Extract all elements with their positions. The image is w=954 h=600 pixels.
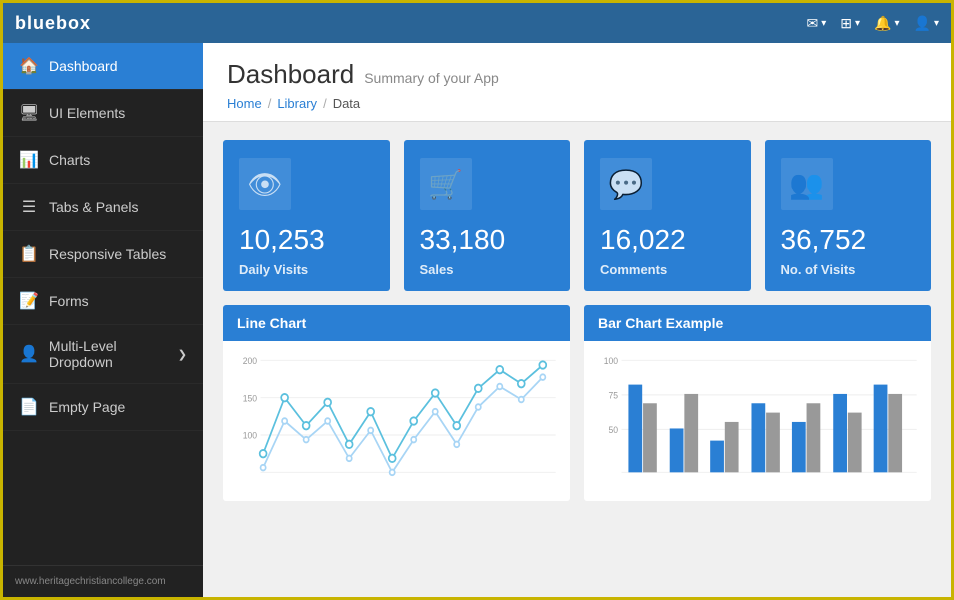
table-icon: 📋: [19, 244, 39, 264]
brand-logo[interactable]: bluebox: [15, 13, 91, 34]
sidebar-item-dashboard[interactable]: 🏠 Dashboard: [3, 43, 203, 90]
sidebar-footer: www.heritagechristiancollege.com: [3, 565, 203, 597]
breadcrumb-home[interactable]: Home: [227, 96, 262, 111]
sidebar-label-ui-elements: UI Elements: [49, 105, 125, 121]
stat-label-daily-visits: Daily Visits: [239, 262, 374, 277]
page-header: Dashboard Summary of your App Home / Lib…: [203, 43, 951, 122]
users-icon: 👤: [19, 344, 39, 364]
bar-chart-svg: 100 75 50: [594, 351, 921, 491]
navbar: bluebox ✉ ⊞ 🔔 👤: [3, 3, 951, 43]
stat-card-daily-visits: 👁 10,253 Daily Visits: [223, 140, 390, 291]
bar-chart-body: 100 75 50: [584, 341, 931, 501]
line-chart-svg: 200 150 100: [233, 351, 560, 491]
sidebar-item-tabs-panels[interactable]: ☰ Tabs & Panels: [3, 184, 203, 231]
breadcrumb-current: Data: [333, 96, 360, 111]
mail-icon[interactable]: ✉: [807, 15, 827, 32]
sidebar-label-tabs-panels: Tabs & Panels: [49, 199, 139, 215]
line-chart-body: 200 150 100: [223, 341, 570, 501]
stats-cards-row: 👁 10,253 Daily Visits 🛒 33,180 Sales 💬 1…: [203, 122, 951, 305]
breadcrumb-sep-2: /: [323, 96, 327, 111]
breadcrumb: Home / Library / Data: [227, 96, 927, 111]
page-title-row: Dashboard Summary of your App: [227, 59, 927, 90]
breadcrumb-sep-1: /: [268, 96, 272, 111]
tabs-icon: ☰: [19, 197, 39, 217]
main-layout: 🏠 Dashboard 🖥 UI Elements 📊 Charts ☰ Tab…: [3, 43, 951, 597]
bell-icon[interactable]: 🔔: [874, 15, 899, 32]
sidebar-item-responsive-tables[interactable]: 📋 Responsive Tables: [3, 231, 203, 278]
chart-icon: 📊: [19, 150, 39, 170]
page-subtitle: Summary of your App: [364, 70, 499, 86]
stat-value-sales: 33,180: [420, 224, 555, 256]
bar-chart-box: Bar Chart Example 100 75 50: [584, 305, 931, 501]
sidebar-label-responsive-tables: Responsive Tables: [49, 246, 166, 262]
sidebar-item-forms[interactable]: 📝 Forms: [3, 278, 203, 325]
stat-value-no-of-visits: 36,752: [781, 224, 916, 256]
sidebar-item-empty-page[interactable]: 📄 Empty Page: [3, 384, 203, 431]
stat-label-sales: Sales: [420, 262, 555, 277]
user-icon[interactable]: 👤: [914, 15, 939, 32]
cart-icon: 🛒: [420, 158, 472, 210]
page-icon: 📄: [19, 397, 39, 417]
sidebar-label-dashboard: Dashboard: [49, 58, 118, 74]
forms-icon: 📝: [19, 291, 39, 311]
sidebar-label-forms: Forms: [49, 293, 89, 309]
line-chart-title: Line Chart: [223, 305, 570, 341]
chevron-right-icon: ❯: [178, 348, 187, 361]
stat-card-no-of-visits: 👥 36,752 No. of Visits: [765, 140, 932, 291]
home-icon: 🏠: [19, 56, 39, 76]
breadcrumb-library[interactable]: Library: [277, 96, 317, 111]
sidebar-item-multi-level[interactable]: 👤 Multi-Level Dropdown ❯: [3, 325, 203, 384]
eye-icon: 👁: [239, 158, 291, 210]
stat-value-daily-visits: 10,253: [239, 224, 374, 256]
sidebar: 🏠 Dashboard 🖥 UI Elements 📊 Charts ☰ Tab…: [3, 43, 203, 597]
grid-icon[interactable]: ⊞: [840, 15, 860, 32]
sidebar-item-ui-elements[interactable]: 🖥 UI Elements: [3, 90, 203, 137]
content-area: Dashboard Summary of your App Home / Lib…: [203, 43, 951, 597]
sidebar-label-empty-page: Empty Page: [49, 399, 125, 415]
sidebar-label-charts: Charts: [49, 152, 90, 168]
stat-card-sales: 🛒 33,180 Sales: [404, 140, 571, 291]
stat-label-comments: Comments: [600, 262, 735, 277]
stat-label-no-of-visits: No. of Visits: [781, 262, 916, 277]
stat-value-comments: 16,022: [600, 224, 735, 256]
monitor-icon: 🖥: [19, 103, 39, 123]
navbar-icons: ✉ ⊞ 🔔 👤: [807, 15, 939, 32]
group-icon: 👥: [781, 158, 833, 210]
sidebar-item-charts[interactable]: 📊 Charts: [3, 137, 203, 184]
svg-text:75: 75: [609, 390, 619, 400]
line-chart-box: Line Chart 200 150 100: [223, 305, 570, 501]
svg-text:50: 50: [609, 425, 619, 435]
comment-icon: 💬: [600, 158, 652, 210]
svg-text:150: 150: [243, 393, 257, 403]
bar-chart-title: Bar Chart Example: [584, 305, 931, 341]
charts-row: Line Chart 200 150 100: [203, 305, 951, 517]
svg-text:200: 200: [243, 356, 257, 366]
svg-text:100: 100: [604, 356, 618, 366]
page-title: Dashboard: [227, 59, 354, 90]
svg-text:100: 100: [243, 430, 257, 440]
sidebar-label-multi-level: Multi-Level Dropdown: [49, 338, 168, 370]
stat-card-comments: 💬 16,022 Comments: [584, 140, 751, 291]
